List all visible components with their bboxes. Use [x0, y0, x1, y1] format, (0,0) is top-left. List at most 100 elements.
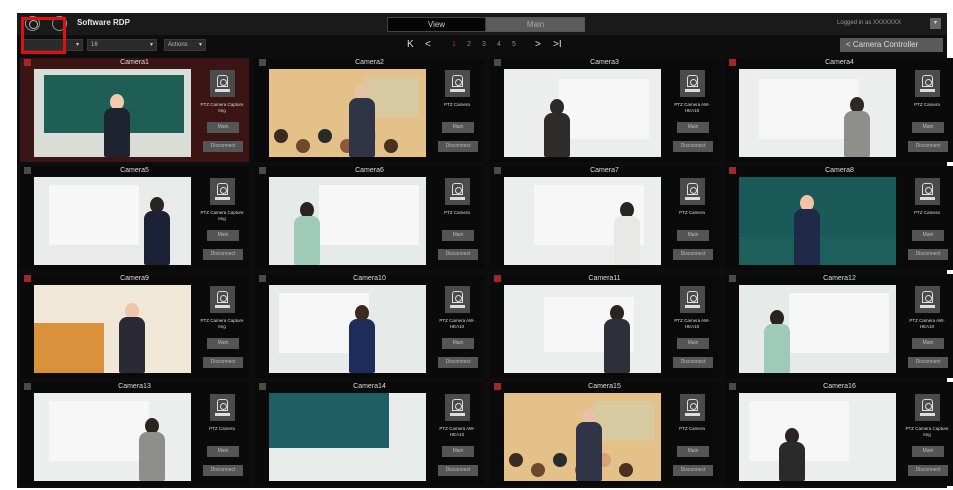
disconnect-button[interactable]: Disconnect	[438, 249, 478, 260]
audience-member	[318, 129, 332, 143]
actions-select[interactable]: Actions ▾	[164, 39, 206, 51]
disconnect-button[interactable]: Disconnect	[673, 141, 713, 152]
disconnect-button[interactable]: Disconnect	[908, 249, 948, 260]
disconnect-button[interactable]: Disconnect	[438, 357, 478, 368]
main-button[interactable]: Main	[677, 122, 709, 133]
chevron-down-icon: ▾	[75, 42, 79, 48]
page-1[interactable]: 1	[452, 40, 456, 50]
main-button[interactable]: Main	[207, 338, 239, 349]
disconnect-button[interactable]: Disconnect	[673, 465, 713, 476]
page-4[interactable]: 4	[497, 40, 501, 50]
camera-preview-image[interactable]	[269, 285, 426, 373]
main-button[interactable]: Main	[912, 122, 944, 133]
disconnect-button[interactable]: Disconnect	[908, 465, 948, 476]
main-button[interactable]: Main	[677, 230, 709, 241]
prev-page-button[interactable]: <	[425, 38, 431, 52]
user-menu-icon[interactable]: ▾	[930, 18, 941, 29]
disconnect-button[interactable]: Disconnect	[908, 141, 948, 152]
tab-main[interactable]: Main	[486, 17, 585, 32]
camera-preview-image[interactable]	[504, 177, 661, 265]
disconnect-button[interactable]: Disconnect	[438, 141, 478, 152]
last-page-button[interactable]: >I	[553, 38, 562, 52]
page-3[interactable]: 3	[482, 40, 486, 50]
disconnect-button[interactable]: Disconnect	[673, 357, 713, 368]
main-button[interactable]: Main	[442, 230, 474, 241]
camera-tile[interactable]: Camera8 PTZ Camera Main Disconnect	[725, 166, 953, 270]
camera-type-label: PTZ Camera	[679, 210, 705, 215]
camera-tile[interactable]: Camera9 PTZ Camera Capture Img Main Disconn…	[20, 274, 249, 378]
camera-controller-button[interactable]: < Camera Controller	[840, 38, 943, 52]
disconnect-button[interactable]: Disconnect	[203, 465, 243, 476]
audience-member	[553, 453, 567, 467]
main-button[interactable]: Main	[912, 446, 944, 457]
main-button[interactable]: Main	[207, 446, 239, 457]
tab-view[interactable]: View	[387, 17, 486, 32]
camera-preview-image[interactable]	[739, 69, 896, 157]
camera-tile[interactable]: Camera1 PTZ Camera Capture Img Main Disconn…	[20, 58, 249, 162]
person-body	[104, 108, 130, 157]
camera-tile[interactable]: Camera10 PTZ Camera AW-HEA10 Main Disconnec…	[255, 274, 484, 378]
camera-type-label: PTZ Camera Capture Img	[200, 102, 244, 113]
camera-preview-image[interactable]	[739, 177, 896, 265]
main-button[interactable]: Main	[442, 122, 474, 133]
main-button[interactable]: Main	[207, 122, 239, 133]
camera-preview-image[interactable]	[269, 69, 426, 157]
camera-preview-image[interactable]	[34, 69, 191, 157]
disconnect-button[interactable]: Disconnect	[203, 249, 243, 260]
main-button[interactable]: Main	[677, 446, 709, 457]
camera-preview-image[interactable]	[504, 285, 661, 373]
camera-tile[interactable]: Camera7 PTZ Camera Main Disconnect	[490, 166, 719, 270]
disconnect-button[interactable]: Disconnect	[673, 249, 713, 260]
camera-preview-image[interactable]	[34, 285, 191, 373]
camera-name: Camera15	[588, 383, 621, 390]
camera-tile[interactable]: Camera12 PTZ Camera AW-HEA10 Main Disconnec…	[725, 274, 953, 378]
disconnect-button[interactable]: Disconnect	[203, 357, 243, 368]
camera-tile[interactable]: Camera11 PTZ Camera AW-HEA10 Main Disconnec…	[490, 274, 719, 378]
camera-tile[interactable]: Camera4 PTZ Camera Main Disconnect	[725, 58, 953, 162]
camera-tile[interactable]: Camera6 PTZ Camera Main Disconnect	[255, 166, 484, 270]
camera-count-select[interactable]: 16 ▾	[87, 39, 157, 51]
disconnect-button[interactable]: Disconnect	[438, 465, 478, 476]
camera-type-label: PTZ Camera AW-HEA10	[439, 318, 475, 329]
main-button[interactable]: Main	[442, 446, 474, 457]
disconnect-button[interactable]: Disconnect	[203, 141, 243, 152]
page-5[interactable]: 5	[512, 40, 516, 50]
board-area	[319, 185, 419, 245]
main-button[interactable]: Main	[912, 338, 944, 349]
disconnect-button[interactable]: Disconnect	[908, 357, 948, 368]
ptz-camera-icon	[445, 178, 470, 205]
page-2[interactable]: 2	[467, 40, 471, 50]
person-body	[794, 209, 820, 265]
main-button[interactable]: Main	[442, 338, 474, 349]
camera-preview-image[interactable]	[34, 393, 191, 481]
person-body	[544, 113, 570, 157]
camera-tile[interactable]: Camera16 PTZ Camera Capture Img Main Discon…	[725, 382, 953, 486]
camera-tile[interactable]: Camera15 PTZ Camera Main Disconnect	[490, 382, 719, 486]
camera-tile[interactable]: Camera5 PTZ Camera Capture Img Main Disconn…	[20, 166, 249, 270]
camera-type-label: PTZ Camera	[444, 102, 470, 107]
camera-type-label: PTZ Camera Capture Img	[200, 210, 244, 221]
camera-tile[interactable]: Camera13 PTZ Camera Main Disconnect	[20, 382, 249, 486]
camera-preview-image[interactable]	[269, 177, 426, 265]
board-area	[49, 185, 139, 245]
main-button[interactable]: Main	[677, 338, 709, 349]
camera-preview-image[interactable]	[504, 69, 661, 157]
camera-name: Camera7	[590, 167, 619, 174]
person-body	[349, 319, 375, 373]
camera-preview-image[interactable]	[739, 285, 896, 373]
camera-type-label: PTZ Camera Capture Img	[200, 318, 244, 329]
next-page-button[interactable]: >	[535, 38, 541, 52]
camera-preview-image[interactable]	[504, 393, 661, 481]
main-button[interactable]: Main	[912, 230, 944, 241]
camera-tile[interactable]: Camera14 PTZ Camera AW-HEA10 Main Disconnec…	[255, 382, 484, 486]
camera-preview-image[interactable]	[269, 393, 426, 481]
camera-tile[interactable]: Camera3 PTZ Camera AW-HEA10 Main Disconnect	[490, 58, 719, 162]
camera-preview-image[interactable]	[34, 177, 191, 265]
audience-member	[509, 453, 523, 467]
camera-name: Camera2	[355, 59, 384, 66]
first-page-button[interactable]: K	[407, 38, 414, 52]
camera-tile[interactable]: Camera2 PTZ Camera Main Disconnect	[255, 58, 484, 162]
main-button[interactable]: Main	[207, 230, 239, 241]
top-bar: Software RDP View Main Logged in as XXXX…	[17, 13, 947, 35]
camera-preview-image[interactable]	[739, 393, 896, 481]
